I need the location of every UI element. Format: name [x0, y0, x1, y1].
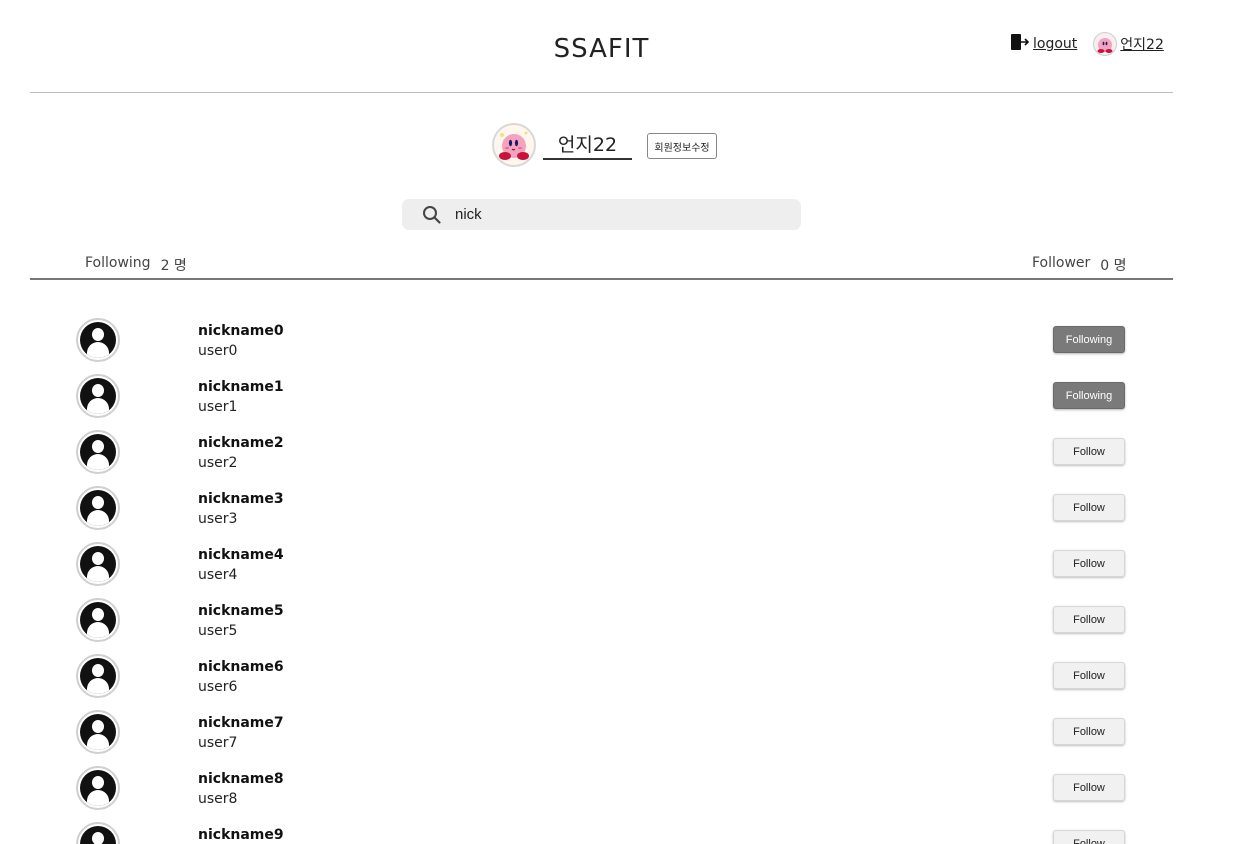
- user-nickname[interactable]: nickname9: [198, 827, 284, 843]
- profile-avatar: [492, 123, 536, 167]
- user-row: nickname5 user5 Follow: [0, 592, 1248, 648]
- follow-button[interactable]: Follow: [1053, 606, 1125, 633]
- user-row: nickname6 user6 Follow: [0, 648, 1248, 704]
- user-id: user4: [198, 567, 238, 583]
- user-row: nickname9 Follow: [0, 816, 1248, 844]
- follow-button[interactable]: Follow: [1053, 550, 1125, 577]
- user-list: nickname0 user0 Following nickname1 user1 Fol…: [0, 312, 1248, 844]
- user-nickname[interactable]: nickname3: [198, 491, 284, 507]
- follower-count: 0 명: [1100, 258, 1127, 274]
- profile-name: 언지22: [543, 132, 632, 160]
- user-row: nickname7 user7 Follow: [0, 704, 1248, 760]
- user-id: user1: [198, 399, 238, 415]
- following-button[interactable]: Following: [1053, 326, 1125, 353]
- default-avatar-icon[interactable]: [76, 598, 120, 642]
- user-nickname[interactable]: nickname8: [198, 771, 284, 787]
- my-profile-link[interactable]: 언지22: [1093, 32, 1164, 56]
- tabs-divider: [30, 278, 1173, 280]
- user-id: user3: [198, 511, 238, 527]
- search-input[interactable]: [455, 206, 775, 223]
- user-id: user8: [198, 791, 238, 807]
- header-divider: [30, 92, 1173, 93]
- following-button[interactable]: Following: [1053, 382, 1125, 409]
- kirby-avatar-icon: [1093, 32, 1118, 56]
- user-nickname[interactable]: nickname0: [198, 323, 284, 339]
- user-row: nickname4 user4 Follow: [0, 536, 1248, 592]
- page: SSAFIT logout 언지22 언지22 회원정보수정 nick Foll…: [0, 0, 1248, 844]
- user-row: nickname3 user3 Follow: [0, 480, 1248, 536]
- following-count: 2 명: [160, 258, 187, 274]
- follow-button[interactable]: Follow: [1053, 438, 1125, 465]
- user-nickname[interactable]: nickname2: [198, 435, 284, 451]
- header-actions: logout 언지22: [1010, 32, 1164, 56]
- user-nickname[interactable]: nickname6: [198, 659, 284, 675]
- user-nickname[interactable]: nickname1: [198, 379, 284, 395]
- user-id: user7: [198, 735, 238, 751]
- user-row: nickname1 user1 Following: [0, 368, 1248, 424]
- logout-link[interactable]: logout: [1010, 33, 1077, 55]
- logout-label: logout: [1033, 36, 1078, 52]
- default-avatar-icon[interactable]: [76, 822, 120, 844]
- tab-follower[interactable]: Follower 0 명: [1032, 255, 1127, 275]
- default-avatar-icon[interactable]: [76, 486, 120, 530]
- user-row: nickname2 user2 Follow: [0, 424, 1248, 480]
- follow-button[interactable]: Follow: [1053, 494, 1125, 521]
- tab-following-label: Following: [85, 255, 151, 271]
- search-icon: [422, 205, 442, 225]
- user-id: user6: [198, 679, 238, 695]
- user-id: user2: [198, 455, 238, 471]
- follow-button[interactable]: Follow: [1053, 774, 1125, 801]
- user-nickname[interactable]: nickname7: [198, 715, 284, 731]
- tab-following[interactable]: Following 2 명: [85, 255, 187, 275]
- user-id: user5: [198, 623, 238, 639]
- default-avatar-icon[interactable]: [76, 542, 120, 586]
- follow-button[interactable]: Follow: [1053, 718, 1125, 745]
- follow-button[interactable]: Follow: [1053, 662, 1125, 689]
- default-avatar-icon[interactable]: [76, 374, 120, 418]
- user-nickname[interactable]: nickname4: [198, 547, 284, 563]
- my-profile-label: 언지22: [1120, 37, 1164, 53]
- default-avatar-icon[interactable]: [76, 710, 120, 754]
- tab-follower-label: Follower: [1032, 255, 1091, 271]
- user-id: user0: [198, 343, 238, 359]
- search-box[interactable]: [402, 199, 801, 230]
- default-avatar-icon[interactable]: [76, 318, 120, 362]
- user-row: nickname8 user8 Follow: [0, 760, 1248, 816]
- default-avatar-icon[interactable]: [76, 430, 120, 474]
- follow-button[interactable]: Follow: [1053, 830, 1125, 844]
- default-avatar-icon[interactable]: [76, 654, 120, 698]
- logout-icon: [1010, 33, 1030, 55]
- kirby-avatar-icon: [499, 131, 529, 160]
- edit-profile-button[interactable]: 회원정보수정: [647, 133, 717, 159]
- default-avatar-icon[interactable]: [76, 766, 120, 810]
- user-row: nickname0 user0 Following: [0, 312, 1248, 368]
- user-nickname[interactable]: nickname5: [198, 603, 284, 619]
